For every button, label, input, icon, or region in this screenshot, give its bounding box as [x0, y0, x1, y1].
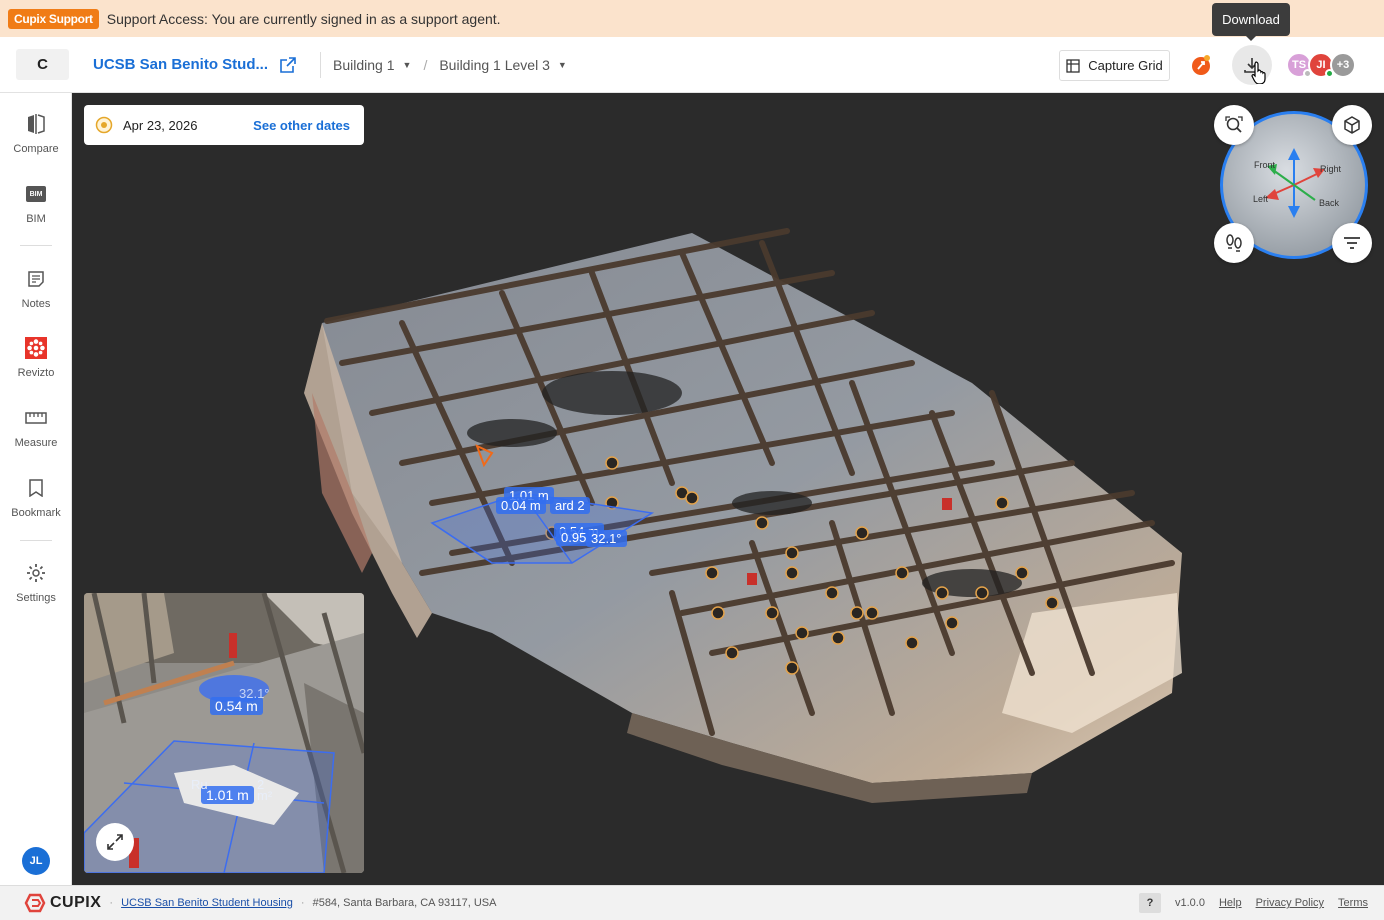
bim-icon: BIM	[25, 183, 47, 205]
minimap-measurement-label[interactable]: 32.1°	[234, 685, 275, 702]
point-cloud-viewer[interactable]: 1.01 m 0.04 m ard 2 0.54 m 0.95 32.1° Ap…	[72, 93, 1384, 885]
support-banner: Cupix Support Support Access: You are cu…	[0, 0, 1384, 37]
breadcrumb: Building 1 ▼ / Building 1 Level 3 ▼	[333, 57, 567, 73]
breadcrumb-separator: /	[423, 56, 428, 73]
bookmark-icon	[25, 477, 47, 499]
sidebar-item-notes[interactable]: Notes	[0, 268, 72, 310]
minimap-measurement-label[interactable]: m²	[252, 787, 277, 804]
filter-icon	[1344, 237, 1360, 249]
sidebar-divider	[20, 245, 52, 246]
divider	[320, 51, 322, 78]
sidebar-item-settings[interactable]: Settings	[0, 562, 72, 604]
footer-address: #584, Santa Barbara, CA 93117, USA	[312, 897, 497, 909]
support-tag: Cupix Support	[8, 8, 99, 29]
app-logo[interactable]: C	[16, 49, 69, 80]
cupix-logo: CUPIX	[24, 893, 101, 913]
chevron-down-icon[interactable]: ▼	[403, 60, 412, 70]
walk-mode-button[interactable]	[1214, 223, 1254, 263]
capture-date: Apr 23, 2026	[123, 117, 198, 133]
left-sidebar: Compare BIM BIM Notes Revizto Measure Bo…	[0, 93, 72, 885]
see-other-dates-link[interactable]: See other dates	[253, 118, 350, 133]
measurement-label[interactable]: 32.1°	[586, 530, 627, 547]
measurement-label[interactable]: ard 2	[550, 497, 590, 514]
sidebar-item-measure[interactable]: Measure	[0, 407, 72, 449]
user-avatar[interactable]: JL	[22, 847, 50, 875]
cube-icon	[1344, 116, 1360, 134]
support-message: Support Access: You are currently signed…	[106, 10, 501, 27]
chevron-down-icon[interactable]: ▼	[558, 60, 567, 70]
grid-icon	[1066, 58, 1080, 73]
help-link[interactable]: Help	[1219, 897, 1242, 909]
project-name-link[interactable]: UCSB San Benito Stud...	[93, 56, 268, 73]
minimap-measurement-label[interactable]: Ru	[186, 776, 213, 793]
3d-view-button[interactable]	[1332, 105, 1372, 145]
footer-links: ? v1.0.0 Help Privacy Policy Terms	[1138, 893, 1368, 913]
compare-icon	[25, 113, 47, 135]
panorama-minimap[interactable]: 0.54 m 1.01 m Ru 2 32.1° m²	[84, 593, 364, 873]
breadcrumb-level[interactable]: Building 1 Level 3	[439, 57, 550, 73]
sidebar-item-bookmark[interactable]: Bookmark	[0, 477, 72, 519]
ruler-icon	[25, 407, 47, 429]
capture-date-icon	[95, 116, 113, 134]
measurement-label[interactable]: 0.04 m	[496, 497, 546, 514]
axis-label-left[interactable]: Left	[1253, 194, 1268, 204]
download-tooltip: Download	[1212, 3, 1290, 41]
zoom-search-button[interactable]	[1214, 105, 1254, 145]
breadcrumb-building[interactable]: Building 1	[333, 57, 395, 73]
privacy-policy-link[interactable]: Privacy Policy	[1256, 897, 1324, 909]
sidebar-item-compare[interactable]: Compare	[0, 113, 72, 155]
capture-grid-button[interactable]: Capture Grid	[1059, 50, 1170, 81]
axis-label-back[interactable]: Back	[1319, 198, 1339, 208]
cupix-logo-icon	[24, 893, 46, 913]
revizto-icon	[25, 337, 47, 359]
more-avatars-badge[interactable]: +3	[1330, 52, 1356, 78]
zoom-search-icon	[1225, 116, 1243, 133]
capture-date-card: Apr 23, 2026 See other dates	[84, 105, 364, 145]
help-question-button[interactable]: ?	[1138, 893, 1161, 913]
sidebar-divider	[20, 540, 52, 541]
plugin-icon[interactable]	[1190, 54, 1212, 76]
collaborators[interactable]: TS JI +3	[1286, 52, 1356, 78]
footprints-icon	[1226, 234, 1242, 252]
version-label: v1.0.0	[1174, 897, 1205, 909]
external-link-icon[interactable]	[280, 56, 296, 73]
sidebar-item-bim[interactable]: BIM BIM	[0, 183, 72, 225]
top-header: C UCSB San Benito Stud... Building 1 ▼ /…	[0, 37, 1384, 93]
sidebar-item-revizto[interactable]: Revizto	[0, 337, 72, 379]
axis-label-front[interactable]: Front	[1254, 160, 1275, 170]
terms-link[interactable]: Terms	[1338, 897, 1368, 909]
axis-label-right[interactable]: Right	[1320, 164, 1341, 174]
notes-icon	[25, 268, 47, 290]
expand-icon	[107, 834, 123, 850]
filter-button[interactable]	[1332, 223, 1372, 263]
gear-icon	[25, 562, 47, 584]
capture-grid-label: Capture Grid	[1088, 58, 1163, 73]
hand-cursor-icon	[1251, 61, 1266, 84]
footer-bar: CUPIX · UCSB San Benito Student Housing …	[0, 885, 1384, 920]
expand-button[interactable]	[96, 823, 134, 861]
footer-project-link[interactable]: UCSB San Benito Student Housing	[121, 897, 293, 909]
